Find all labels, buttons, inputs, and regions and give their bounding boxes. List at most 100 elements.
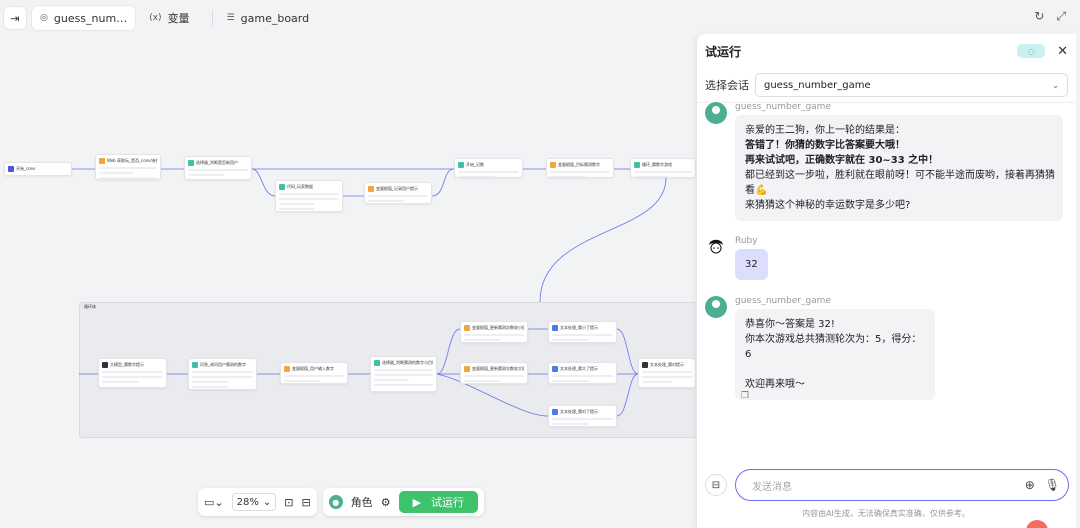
node-title: 变量赋值_更新猜测次数较大值 [472,365,524,371]
node-title: 文本处理_猜小了提示 [560,324,598,330]
test-run-button[interactable]: ▶ 试运行 [398,491,479,513]
session-label: 选择会话 [705,79,749,92]
running-status-icon: ◌ [1017,44,1046,58]
comment-icon[interactable]: ⊟ [301,496,310,509]
tab-label: game_board [240,11,310,25]
session-value: guess_number_game [764,79,871,91]
node-title: 问答_询问用户猜测的数字 [200,361,246,367]
node-title: 代码_玩家数据 [287,183,313,189]
edge-layer [72,168,667,417]
role-button[interactable]: 角色 [351,494,373,510]
copy-icon[interactable]: ❐ [741,391,749,401]
node-title: 开始_记数 [466,161,484,167]
node-type-icon [368,185,374,192]
node-title: 文本处理_猜对了提示 [560,408,598,414]
node-type-icon [99,157,105,164]
workflow-node[interactable]: 文本处理_猜大了提示 [548,362,617,384]
node-title: 循环_猜数字游戏 [642,161,672,167]
bot-avatar [705,296,727,318]
tab-label: guess_num… [53,11,128,25]
variable-icon: (x) [149,13,162,23]
session-select[interactable]: guess_number_game ⌄ [755,73,1068,97]
workflow-node[interactable]: 选择器_判断是否新用户 [184,156,252,180]
workflow-node[interactable]: 文本处理_猜对提示 [638,358,696,388]
workflow-node[interactable]: 选择器_判断猜测的数字与目标数字 [370,356,437,392]
node-type-icon [464,365,470,372]
workflow-node[interactable]: 循环_猜数字游戏 [630,158,696,178]
minimap-icon[interactable]: ▭⌄ [204,496,224,509]
view-controls: ▭⌄ 28% ⌄ ⊡ ⊟ [198,488,317,516]
message-line: 来猜猜这个神秘的幸运数字是多少吧? [745,200,911,211]
ai-disclaimer: 内容由AI生成，无法确保真实准确，仅供参考。 [802,509,970,518]
node-type-icon [374,359,380,366]
node-title: 变量赋值_用户输入数字 [292,365,334,371]
node-type-icon [102,361,108,368]
bot-avatar [705,102,727,124]
node-type-icon [550,161,556,168]
clear-context-icon[interactable]: ⊟ [705,474,727,496]
refresh-icon[interactable]: ↻ [1034,9,1044,24]
test-run-panel: 试运行 ◌ ✕ 选择会话 guess_number_game ⌄ guess_n… [696,34,1076,528]
node-type-icon [284,365,290,372]
workflow-node[interactable]: 变量赋值_更新猜测次数较小值 [460,321,528,343]
workflow-node[interactable]: 变量赋值_用户输入数字 [280,362,348,384]
message-line: 欢迎再来哦～ [745,379,805,390]
canvas-toolbar: ▭⌄ 28% ⌄ ⊡ ⊟ ● 角色 ⚙ ▶ 试运行 [198,488,485,516]
edge [616,373,639,417]
message-input-row: ⊟ 发送消息 ⊕ 🎙 [705,468,1069,502]
tab-label: 变量 [167,12,190,25]
workflow-node[interactable]: 开始_conv [4,162,72,176]
top-right-actions: ↻ ⤢ [1034,9,1066,24]
workflow-node[interactable]: 变量赋值_目标猜测数字 [546,158,614,178]
message-line [745,362,925,377]
chat-message: guess_number_game 亲爱的王二狗，你上一轮的结果是： 答错了！你… [705,102,1063,221]
role-avatar-icon: ● [328,495,343,509]
microphone-icon[interactable]: 🎙 [1045,478,1060,492]
workflow-node[interactable]: 代码_玩家数据 [275,180,343,212]
workflow-node[interactable]: 问答_询问用户猜测的数字 [188,358,257,390]
zoom-select[interactable]: 28% ⌄ [231,493,277,511]
workflow-canvas[interactable]: 循环体 开始_conv Web 获取玩_是否_conv/参 选择器_判断是否新用… [0,36,700,528]
workflow-node[interactable]: 变量赋值_更新猜测次数较大值 [460,362,528,384]
tab-game-board[interactable]: ☰ game_board [219,6,318,30]
message-sender: guess_number_game [735,296,831,306]
edge [436,328,461,375]
node-type-icon [552,365,558,372]
workflow-node[interactable]: 大模型_猜数字提示 [98,358,167,388]
message-line: 再来试试吧，正确数字就在 30~33 之中！ [745,155,939,166]
node-type-icon [464,324,470,331]
node-title: 变量赋值_目标猜测数字 [558,161,600,167]
chat-messages[interactable]: guess_number_game 亲爱的王二狗，你上一轮的结果是： 答错了！你… [697,102,1075,458]
user-avatar [705,236,727,258]
add-attachment-icon[interactable]: ⊕ [1025,478,1035,492]
tab-variables[interactable]: (x) 变量 [141,6,197,30]
message-line: 恭喜你～答案是 32! [745,319,835,330]
play-icon: ▶ [412,495,422,509]
node-type-icon [552,324,558,331]
chevron-down-icon: ⌄ [1052,80,1059,90]
message-input[interactable]: 发送消息 ⊕ 🎙 [735,469,1069,501]
workflow-node[interactable]: Web 获取玩_是否_conv/参数列表 [95,154,161,180]
workflow-node[interactable]: 开始_记数 [454,158,523,178]
chevron-down-icon: ⌄ [262,496,272,508]
node-type-icon [458,161,464,168]
message-bubble: 亲爱的王二狗，你上一轮的结果是： 答错了！你猜的数字比答案要大哦！ 再来试试吧，… [735,115,1063,221]
sidebar-toggle-icon[interactable]: ⇥ [4,7,26,29]
image-icon[interactable]: ⊡ [284,496,293,509]
node-title: 选择器_判断是否新用户 [196,159,238,165]
workflow-node[interactable]: 文本处理_猜小了提示 [548,321,617,343]
node-type-icon [188,159,194,166]
tab-workflow[interactable]: ◎ guess_num… [32,6,136,30]
wrench-icon[interactable]: ⚙ [381,496,391,509]
workflow-icon: ◎ [40,13,48,23]
close-icon[interactable]: ✕ [1057,44,1068,59]
message-line: 答错了！你猜的数字比答案要大哦！ [745,140,905,151]
node-title: 选择器_判断猜测的数字与目标数字 [382,359,433,365]
node-type-icon [634,161,640,168]
expand-icon[interactable]: ⤢ [1056,9,1066,24]
session-selector-row: 选择会话 guess_number_game ⌄ [697,68,1076,102]
workflow-node[interactable]: 文本处理_猜对了提示 [548,405,617,427]
node-title: 变量赋值_更新猜测次数较小值 [472,324,524,330]
run-controls: ● 角色 ⚙ ▶ 试运行 [322,488,485,516]
workflow-node[interactable]: 变量赋值_记录用户提示 [364,182,432,204]
